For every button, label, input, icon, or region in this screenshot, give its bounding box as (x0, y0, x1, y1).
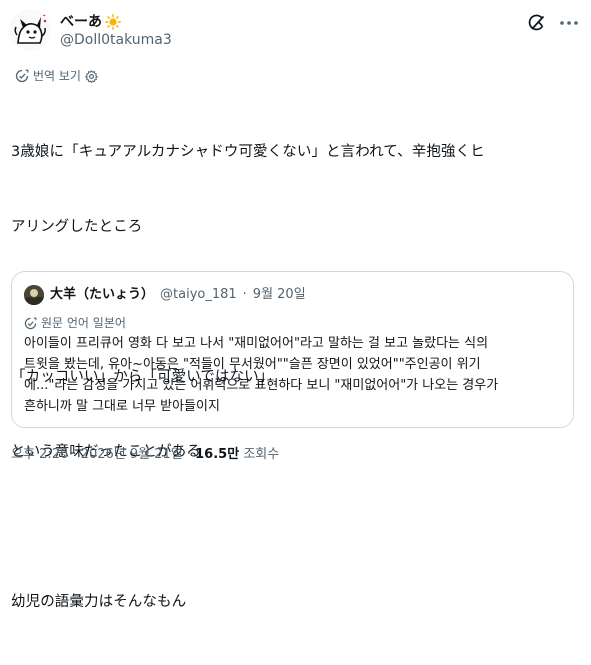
quoted-date: 9월 20일 (252, 287, 306, 302)
translate-icon (24, 317, 37, 329)
translate-icon (15, 69, 29, 83)
translate-row: 번역 보기 (15, 68, 98, 84)
gear-icon[interactable] (85, 69, 98, 83)
quoted-separator: · (242, 287, 247, 302)
tweet-text-line: アリングしたところ (11, 219, 143, 235)
quoted-tweet-card[interactable]: 大羊（たいょう） @taiyo_181 · 9월 20일 원문 언어 일본어 아… (11, 271, 574, 428)
quoted-text: 아이들이 프리큐어 영화 다 보고 나서 "재미없어어"라고 말하는 걸 보고 … (24, 333, 564, 417)
tweet-container: べーあ @Doll0takuma3 번역 보기 3歳娘に「キュアアルカナシャドウ… (0, 0, 591, 610)
tweet-text-line: 幼児の語彙力はそんなもん (11, 594, 187, 610)
more-options-button[interactable] (558, 13, 580, 33)
quoted-author-handle: @taiyo_181 (160, 287, 237, 302)
quoted-original-language: 원문 언어 일본어 (24, 315, 126, 331)
landscape-avatar-icon (24, 285, 44, 305)
tweet-date[interactable]: 2026년 9월 21일 (81, 447, 183, 462)
quoted-author-name: 大羊（たいょう） (50, 287, 155, 302)
meta-separator: · (186, 447, 191, 462)
more-options-icon (560, 21, 578, 25)
grok-button[interactable] (527, 13, 547, 33)
quoted-text-line: 트윗을 봤는데, 유아~아동은 "적들이 무서웠어""슬픈 장면이 있었어""주… (24, 357, 481, 372)
author-avatar[interactable] (9, 9, 51, 51)
views-count: 16.5만 (195, 447, 240, 462)
quoted-text-line: 에..."라는 감정을 가지고 있는 어휘력으로 표현하다 보니 "재미없어어"… (24, 378, 499, 393)
quoted-header: 大羊（たいょう） @taiyo_181 · 9월 20일 (50, 286, 306, 304)
cartoon-character-avatar-icon (9, 9, 51, 51)
grok-icon (528, 14, 545, 31)
views-label: 조회수 (243, 447, 280, 462)
original-language-label: 원문 언어 일본어 (41, 316, 126, 330)
quoted-text-line: 아이들이 프리큐어 영화 다 보고 나서 "재미없어어"라고 말하는 걸 보고 … (24, 336, 489, 351)
author-display-name: べーあ (60, 14, 102, 30)
show-translation-link[interactable]: 번역 보기 (33, 68, 81, 84)
tweet-text-line: 3歳娘に「キュアアルカナシャドウ可愛くない」と言われて、辛抱強くヒ (11, 144, 485, 160)
quoted-text-line: 흔하니까 말 그대로 너무 받아들이지 (24, 399, 220, 414)
tweet-meta: 오후 2:26 · 2026년 9월 21일 · 16.5만 조회수 (11, 446, 279, 464)
author-name[interactable]: べーあ (60, 13, 121, 31)
sun-icon (105, 14, 121, 30)
quoted-author-avatar (24, 285, 44, 305)
tweet-time[interactable]: 오후 2:26 (11, 447, 68, 462)
author-handle[interactable]: @Doll0takuma3 (60, 31, 172, 49)
meta-separator: · (72, 447, 77, 462)
